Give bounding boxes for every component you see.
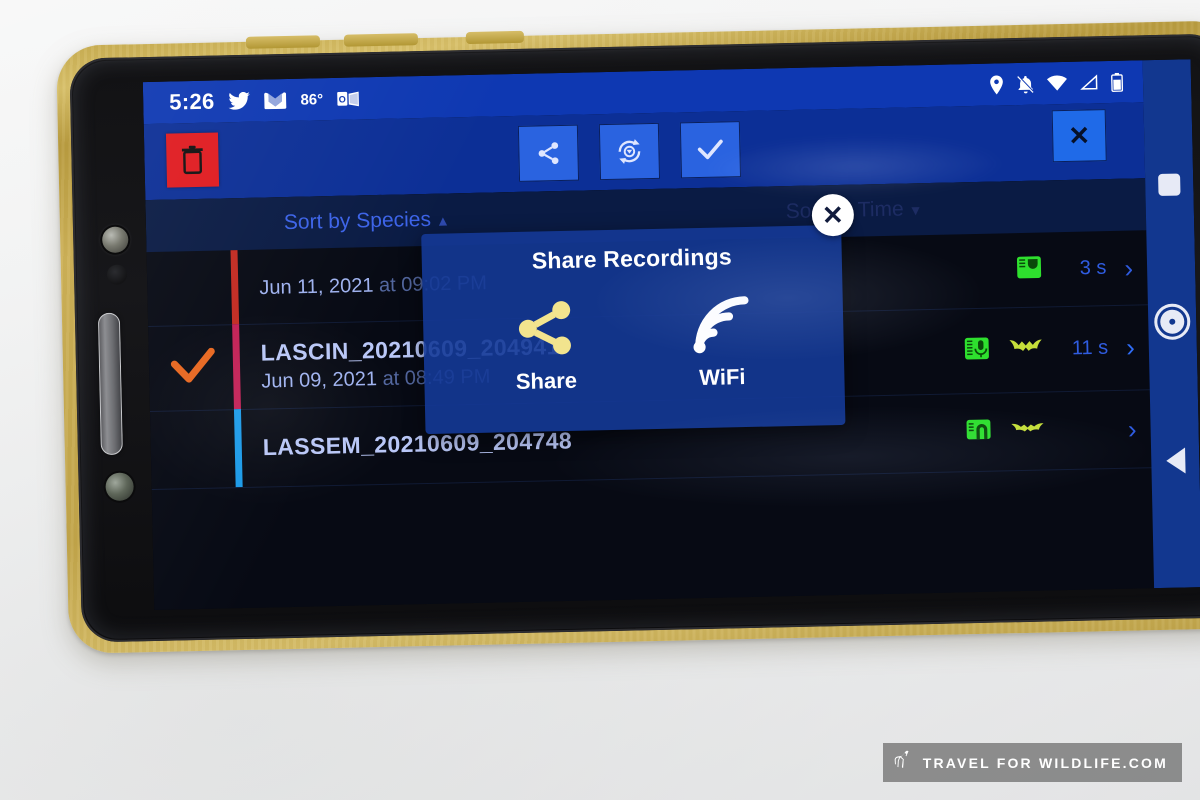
trash-icon: [181, 145, 203, 175]
toolbar-share-button[interactable]: [517, 124, 580, 182]
delete-button[interactable]: [165, 132, 220, 188]
species-color-bar: [233, 409, 243, 488]
status-clock: 5:26: [168, 88, 215, 115]
phone-screen: 5:26 86° O ✕ Sort by Species ▲ Sort Time…: [142, 59, 1200, 610]
side-button[interactable]: [97, 312, 123, 456]
bat-icon: [1010, 419, 1046, 443]
recording-info: LASSEM_20210609_204748: [263, 427, 573, 461]
sort-species-label: Sort by Species: [283, 207, 432, 235]
battery-icon: [1111, 72, 1124, 92]
dialog-option-wifi-label: WiFi: [698, 364, 746, 391]
check-icon: [697, 139, 723, 160]
dialog-option-share-label: Share: [515, 367, 578, 395]
wifi-icon: [689, 295, 754, 359]
recording-duration: 11 s: [1071, 336, 1109, 359]
sort-time-arrow-icon: ▼: [908, 202, 923, 219]
recording-filename: LASSEM_20210609_204748: [262, 427, 573, 461]
chevron-right-icon[interactable]: ›: [1128, 414, 1137, 444]
row-selected-checkmark[interactable]: [166, 341, 219, 394]
case-bump-3: [465, 30, 525, 45]
sort-species-arrow-icon: ▲: [435, 212, 451, 229]
dialog-options: Share WiFi: [422, 268, 845, 397]
watermark: TRAVEL FOR WILDLIFE.COM: [882, 743, 1182, 782]
toolbar-sync-button[interactable]: [598, 122, 661, 181]
case-bump-1: [245, 35, 321, 49]
species-color-bar: [230, 250, 240, 325]
outlook-icon: O: [337, 90, 359, 107]
back-icon[interactable]: [1165, 447, 1186, 474]
species-color-bar: [232, 324, 241, 410]
bat-icon: [1008, 337, 1045, 363]
spectrogram-icon[interactable]: [966, 416, 993, 448]
location-pin-icon: [989, 74, 1004, 94]
twitter-icon: [228, 91, 251, 110]
signal-icon: [1080, 74, 1098, 90]
spectrogram-icon[interactable]: [1016, 254, 1043, 286]
recording-duration: 3 s: [1079, 256, 1107, 280]
wifi-icon: [1046, 75, 1067, 91]
toolbar-close-button[interactable]: ✕: [1051, 109, 1107, 163]
row-icons: 11 s ›: [964, 332, 1135, 367]
svg-text:O: O: [339, 94, 346, 104]
status-bar-right: [989, 72, 1143, 94]
case-bump-2: [343, 33, 419, 47]
row-icons: ›: [966, 413, 1137, 448]
check-icon: [170, 347, 215, 383]
dialog-option-share[interactable]: Share: [470, 298, 622, 396]
toolbar-confirm-button[interactable]: [679, 121, 742, 179]
dialog-option-wifi[interactable]: WiFi: [646, 294, 798, 392]
recents-icon[interactable]: [1158, 173, 1181, 196]
share-nodes-icon: [513, 299, 578, 363]
watermark-text: TRAVEL FOR WILDLIFE.COM: [922, 754, 1168, 771]
gmail-icon: [264, 91, 287, 109]
spectrogram-mic-icon[interactable]: [964, 335, 991, 367]
giraffe-icon: [893, 750, 915, 775]
sort-by-species-button[interactable]: Sort by Species ▲: [284, 207, 450, 235]
chevron-right-icon[interactable]: ›: [1126, 332, 1135, 362]
status-temperature: 86°: [300, 90, 324, 109]
recording-duration: [1064, 429, 1110, 430]
bell-muted-icon: [1017, 74, 1035, 93]
share-icon: [538, 142, 559, 165]
sort-by-time-button[interactable]: Sort by Time▼: [786, 197, 923, 224]
status-bar-left: 5:26 86° O: [143, 85, 359, 116]
row-icons: 3 s ›: [1016, 252, 1133, 286]
sync-icon: [618, 139, 641, 164]
chevron-right-icon[interactable]: ›: [1124, 253, 1133, 283]
home-icon[interactable]: [1153, 303, 1191, 341]
share-recordings-dialog: Share Recordings Share WiFi: [421, 224, 846, 435]
phone-device: 5:26 86° O ✕ Sort by Species ▲ Sort Time…: [56, 20, 1200, 666]
